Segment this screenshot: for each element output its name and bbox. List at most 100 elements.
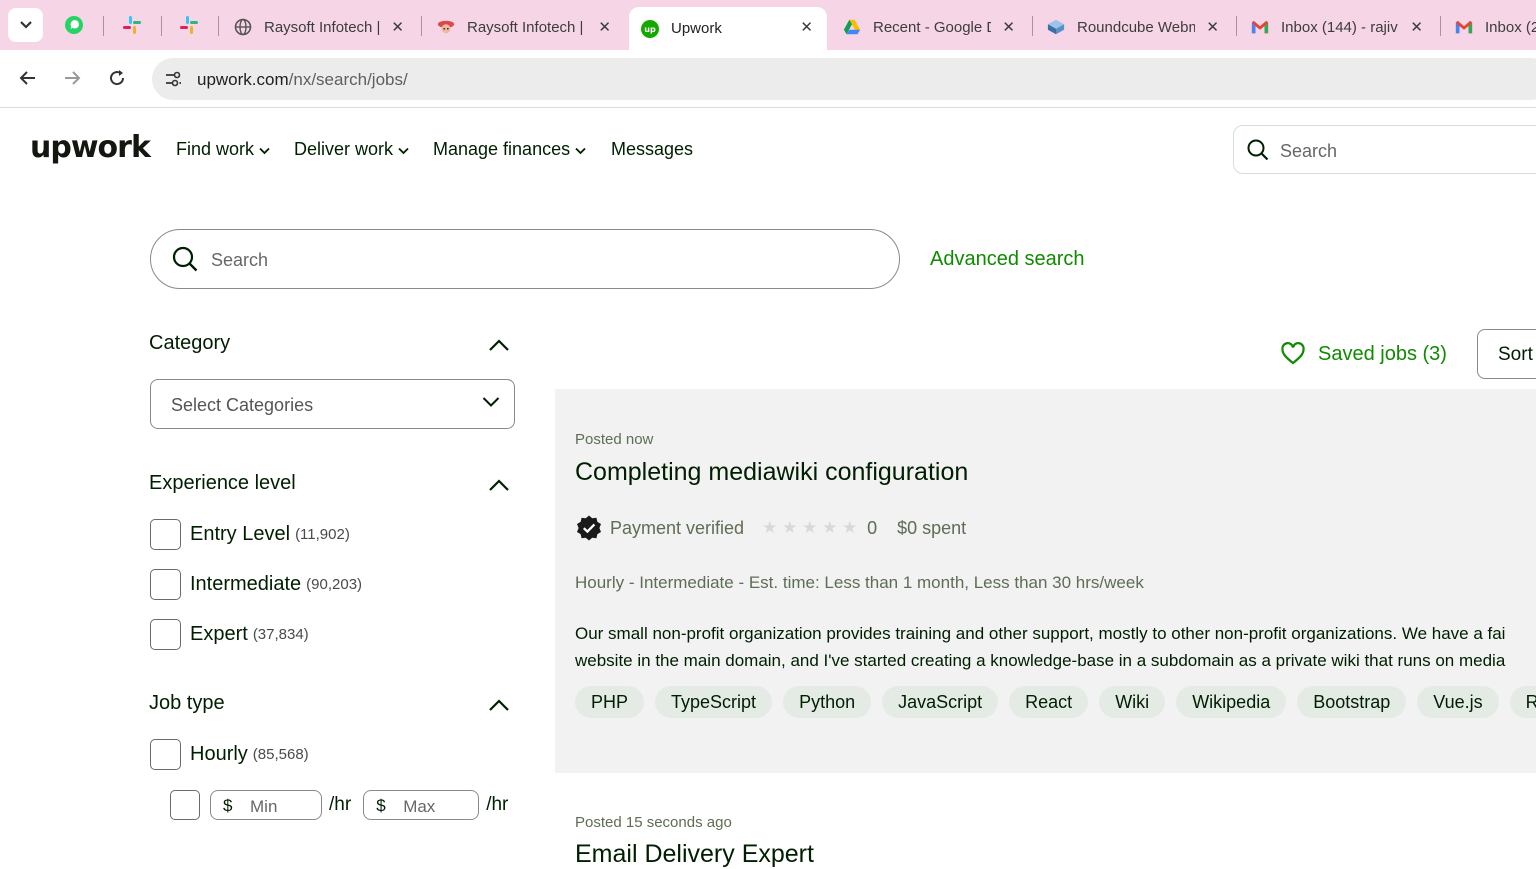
star-icon: ★ bbox=[782, 518, 798, 537]
skill-tag[interactable]: PHP bbox=[575, 686, 645, 718]
arrow-right-icon bbox=[65, 71, 81, 85]
client-spent: $0 spent bbox=[897, 517, 967, 538]
tab-raysoft-2[interactable]: Raysoft Infotech | ✕ bbox=[425, 7, 625, 47]
skill-tag[interactable]: Python bbox=[783, 686, 872, 718]
payment-verified-label: Payment verified bbox=[610, 517, 745, 538]
heart-icon bbox=[1281, 342, 1305, 365]
header-search-input[interactable]: Search bbox=[1233, 125, 1536, 174]
back-button[interactable] bbox=[14, 64, 42, 92]
close-icon[interactable]: ✕ bbox=[1002, 18, 1015, 36]
job-search-input[interactable]: Search bbox=[150, 229, 900, 289]
close-icon[interactable]: ✕ bbox=[1206, 18, 1219, 36]
experience-entry-option[interactable]: Entry Level (11,902) bbox=[150, 518, 350, 550]
job-type-heading: Job type bbox=[149, 692, 225, 714]
per-hour-label: /hr bbox=[486, 794, 509, 815]
skill-tag[interactable]: JavaScript bbox=[882, 686, 999, 718]
per-hour-label: /hr bbox=[329, 794, 352, 815]
gmail-icon bbox=[1251, 18, 1269, 36]
upwork-logo[interactable]: upwork bbox=[30, 130, 151, 165]
close-icon[interactable]: ✕ bbox=[800, 18, 813, 36]
search-icon bbox=[1247, 139, 1269, 161]
job-posted-time: Posted 15 seconds ago bbox=[575, 814, 732, 831]
browser-tab-strip: Raysoft Infotech | ✕ Raysoft Infotech | … bbox=[0, 0, 1536, 50]
nav-manage-finances[interactable]: Manage finances bbox=[433, 139, 586, 160]
address-bar[interactable]: upwork.com/nx/search/jobs/ bbox=[152, 58, 1536, 100]
tab-title: Raysoft Infotech | bbox=[467, 18, 584, 36]
client-info: Payment verified ★ ★ ★ ★ ★ 0 $0 spent bbox=[575, 514, 966, 542]
skill-tag[interactable]: React bbox=[1009, 686, 1089, 718]
category-select[interactable]: Select Categories bbox=[150, 379, 515, 429]
tab-google-drive[interactable]: Recent - Google D ✕ bbox=[831, 7, 1029, 47]
checkbox[interactable] bbox=[150, 518, 181, 550]
tab-title: Inbox (144) - rajiv bbox=[1281, 18, 1398, 36]
category-select-value: Select Categories bbox=[171, 395, 314, 415]
skill-tag[interactable]: Vue.js bbox=[1417, 686, 1499, 718]
sort-label: Sort bbox=[1498, 344, 1533, 365]
job-description-line: Our small non-profit organization provid… bbox=[575, 624, 1506, 643]
skill-tag[interactable]: R bbox=[1509, 686, 1536, 718]
nav-find-work[interactable]: Find work bbox=[176, 139, 270, 160]
star-icon: ★ bbox=[802, 518, 818, 537]
sort-button[interactable]: Sort bbox=[1477, 329, 1536, 379]
job-type-hourly-option[interactable]: Hourly (85,568) bbox=[150, 738, 309, 770]
forward-button[interactable] bbox=[58, 64, 86, 92]
option-count: (90,203) bbox=[306, 575, 363, 593]
search-placeholder: Search bbox=[1280, 141, 1338, 161]
nav-deliver-work[interactable]: Deliver work bbox=[294, 139, 409, 160]
checkbox[interactable] bbox=[150, 568, 181, 600]
skill-tag[interactable]: Wikipedia bbox=[1176, 686, 1287, 718]
skill-tag[interactable]: TypeScript bbox=[655, 686, 773, 718]
skill-tag[interactable]: Wiki bbox=[1099, 686, 1166, 718]
max-placeholder: Max bbox=[403, 797, 436, 816]
advanced-search-link[interactable]: Advanced search bbox=[930, 248, 1085, 271]
tab-gmail-2[interactable]: Inbox (2 bbox=[1443, 7, 1536, 47]
star-icon: ★ bbox=[762, 518, 778, 537]
option-label: Entry Level bbox=[190, 522, 291, 545]
experience-expert-option[interactable]: Expert (37,834) bbox=[150, 618, 309, 650]
checkbox[interactable] bbox=[150, 618, 181, 650]
chevron-down-icon bbox=[482, 397, 500, 407]
pinned-tab-whatsapp[interactable] bbox=[58, 10, 90, 40]
tab-roundcube[interactable]: Roundcube Webm ✕ bbox=[1035, 7, 1233, 47]
nav-messages[interactable]: Messages bbox=[611, 139, 693, 160]
skill-tags: PHP TypeScript Python JavaScript React Wiki Wi… bbox=[575, 686, 1536, 720]
chevron-down-icon bbox=[19, 21, 32, 29]
hourly-rate-range: $ Min /hr $ Max /hr bbox=[170, 789, 520, 821]
pinned-tab-slack-2[interactable] bbox=[173, 10, 205, 40]
close-icon[interactable]: ✕ bbox=[1410, 18, 1423, 36]
experience-intermediate-option[interactable]: Intermediate (90,203) bbox=[150, 568, 362, 600]
saved-jobs-link[interactable]: Saved jobs (3) bbox=[1280, 342, 1447, 366]
close-icon[interactable]: ✕ bbox=[598, 18, 611, 36]
star-icon: ★ bbox=[842, 518, 858, 537]
roundcube-icon bbox=[1047, 18, 1065, 36]
tab-raysoft-1[interactable]: Raysoft Infotech | ✕ bbox=[222, 7, 418, 47]
site-settings-icon[interactable] bbox=[162, 68, 184, 90]
tab-upwork[interactable]: up Upwork ✕ bbox=[629, 7, 827, 50]
close-icon[interactable]: ✕ bbox=[391, 18, 404, 36]
hourly-rate-checkbox[interactable] bbox=[170, 790, 200, 820]
job-title[interactable]: Completing mediawiki configuration bbox=[575, 458, 968, 487]
chevron-up-icon[interactable] bbox=[488, 478, 510, 492]
tab-search-button[interactable] bbox=[8, 8, 43, 42]
max-rate-input[interactable]: $ Max bbox=[363, 790, 480, 820]
globe-icon bbox=[234, 18, 252, 36]
pinned-tab-slack-1[interactable] bbox=[116, 10, 148, 40]
job-title[interactable]: Email Delivery Expert bbox=[575, 840, 814, 869]
chevron-down-icon bbox=[259, 147, 270, 154]
job-posted-time: Posted now bbox=[575, 431, 654, 448]
option-label: Intermediate bbox=[190, 572, 302, 595]
slack-icon bbox=[180, 16, 198, 34]
url-text: upwork.com/nx/search/jobs/ bbox=[197, 70, 408, 90]
slack-icon bbox=[123, 16, 141, 34]
chevron-up-icon[interactable] bbox=[488, 698, 510, 712]
upwork-icon: up bbox=[641, 19, 659, 38]
rating-value: 0 bbox=[867, 517, 878, 538]
chevron-up-icon[interactable] bbox=[488, 338, 510, 352]
currency-symbol: $ bbox=[376, 796, 386, 815]
skill-tag[interactable]: Bootstrap bbox=[1297, 686, 1407, 718]
min-rate-input[interactable]: $ Min bbox=[210, 790, 322, 820]
tab-title: Upwork bbox=[671, 20, 722, 37]
reload-button[interactable] bbox=[103, 64, 131, 92]
checkbox[interactable] bbox=[150, 738, 181, 770]
tab-gmail-1[interactable]: Inbox (144) - rajiv ✕ bbox=[1239, 7, 1437, 47]
